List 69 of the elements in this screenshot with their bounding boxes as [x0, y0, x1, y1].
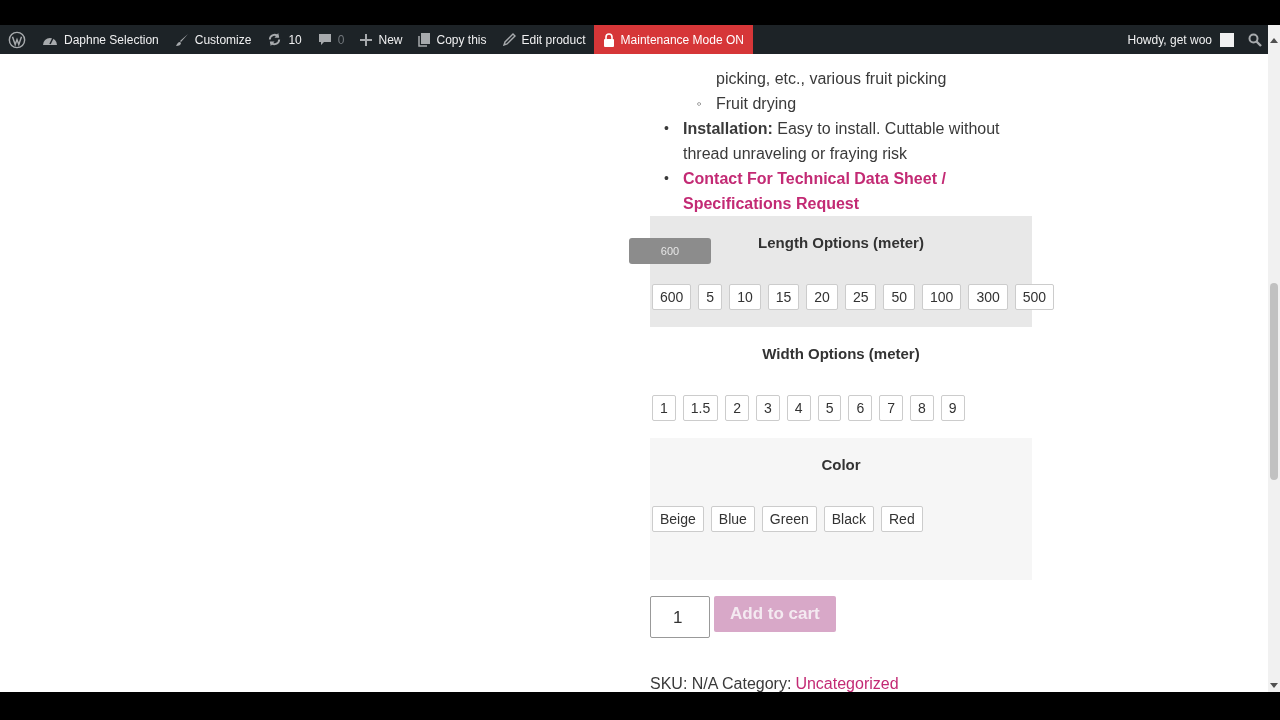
option-button[interactable]: 3 [756, 395, 780, 421]
option-button[interactable]: Blue [710, 506, 755, 532]
option-button[interactable]: Green [761, 506, 817, 532]
refresh-icon [267, 32, 283, 47]
account-link[interactable]: Howdy, get woo [1119, 32, 1220, 47]
admin-bar-link[interactable]: 10 [259, 25, 310, 54]
admin-bar-label: Customize [194, 32, 252, 47]
admin-bar-link[interactable]: Edit product [494, 25, 594, 54]
option-button[interactable]: 100 [922, 284, 962, 310]
admin-bar-label: Maintenance Mode ON [620, 32, 744, 47]
option-button[interactable]: 10 [729, 284, 761, 310]
option-button[interactable]: 1.5 [682, 395, 719, 421]
list-item-text: picking, etc., various fruit picking [716, 69, 948, 89]
admin-bar-label: New [378, 32, 403, 47]
scrollbar[interactable] [1268, 25, 1280, 692]
option-button[interactable]: 1 [652, 395, 676, 421]
admin-bar-label: Copy this [436, 32, 487, 47]
tooltip: 600 [629, 238, 711, 264]
comment-icon [317, 33, 332, 46]
option-title: Color [821, 455, 861, 475]
option-button[interactable]: 500 [1014, 284, 1055, 310]
bullet: • [664, 169, 670, 188]
option-button[interactable]: 5 [698, 284, 723, 310]
admin-bar-link[interactable]: 0 [309, 25, 353, 54]
scrollbar-thumb[interactable] [1270, 283, 1278, 480]
category-link[interactable]: Uncategorized [795, 675, 899, 692]
admin-bar-label: 10 [288, 32, 302, 47]
admin-bar-label: 0 [337, 32, 345, 47]
option-button[interactable]: 2 [725, 395, 750, 421]
lock-icon [602, 32, 615, 47]
list-item-text: Installation: Easy to install. Cuttable without thread unraveling or fraying risk [683, 119, 1001, 164]
sku-text: SKU: N/A Category: [650, 675, 792, 692]
pencil-icon [502, 33, 516, 46]
plus-icon [360, 33, 373, 46]
option-button[interactable]: 9 [940, 395, 965, 421]
circle-bullet: ◦ [697, 95, 703, 113]
option-button[interactable]: 25 [844, 284, 877, 310]
option-button[interactable]: Beige [652, 506, 704, 532]
search-icon[interactable] [1248, 32, 1262, 47]
admin-bar-link[interactable]: Customize [166, 25, 260, 54]
option-button[interactable]: 4 [786, 395, 811, 421]
quantity-field[interactable]: 1 [650, 596, 710, 638]
option-button[interactable]: 50 [883, 284, 916, 310]
scroll-up-icon[interactable] [1270, 38, 1278, 43]
admin-bar-label: Daphne Selection [64, 32, 159, 47]
option-button[interactable]: Red [881, 506, 923, 532]
option-button[interactable]: 7 [879, 395, 904, 421]
brush-icon [174, 32, 189, 47]
option-button[interactable]: 600 [652, 284, 692, 310]
option-button[interactable]: 15 [767, 284, 800, 310]
admin-bar-label: Edit product [521, 32, 586, 47]
admin-bar-link[interactable]: Daphne Selection [34, 25, 167, 54]
avatar-icon[interactable] [1220, 32, 1234, 47]
option-button[interactable]: 8 [910, 395, 934, 421]
option-button[interactable]: 6 [848, 395, 873, 421]
admin-bar-link[interactable]: Copy this [410, 25, 495, 54]
option-button[interactable]: 5 [817, 395, 842, 421]
technical-data-link[interactable]: Contact For Technical Data Sheet / Specifications Request [683, 166, 1032, 216]
option-button[interactable]: 300 [968, 284, 1008, 310]
bullet: • [664, 119, 670, 138]
option-title: Length Options (meter) [758, 233, 924, 253]
copy-icon [418, 32, 431, 47]
maintenance-mode-link[interactable]: Maintenance Mode ON [593, 25, 753, 54]
list-item-text: Fruit drying [716, 94, 798, 114]
scroll-down-icon[interactable] [1270, 683, 1278, 688]
option-button[interactable]: 20 [806, 284, 838, 310]
admin-bar-link[interactable]: New [352, 25, 411, 54]
option-button[interactable]: Black [823, 506, 874, 532]
option-title: Width Options (meter) [762, 344, 920, 364]
